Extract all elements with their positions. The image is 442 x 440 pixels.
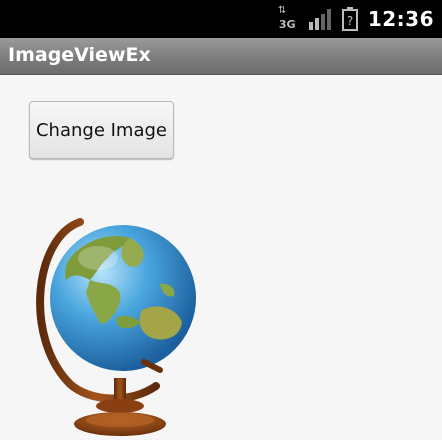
globe-image: [36, 218, 196, 436]
status-icons: ⇅ 3G ? 12:36: [278, 0, 434, 38]
network-type: 3G: [278, 18, 296, 31]
battery-icon: ?: [341, 7, 358, 31]
app-title: ImageViewEx: [8, 44, 151, 66]
change-image-button[interactable]: Change Image: [29, 101, 174, 159]
network-3g-icon: ⇅ 3G: [277, 5, 296, 32]
main-content: Change Image: [0, 75, 442, 440]
signal-icon: [308, 9, 331, 30]
title-bar: ImageViewEx: [0, 38, 442, 75]
status-bar: ⇅ 3G ? 12:36: [0, 0, 442, 38]
svg-text:?: ?: [347, 14, 353, 28]
clock: 12:36: [367, 7, 434, 31]
